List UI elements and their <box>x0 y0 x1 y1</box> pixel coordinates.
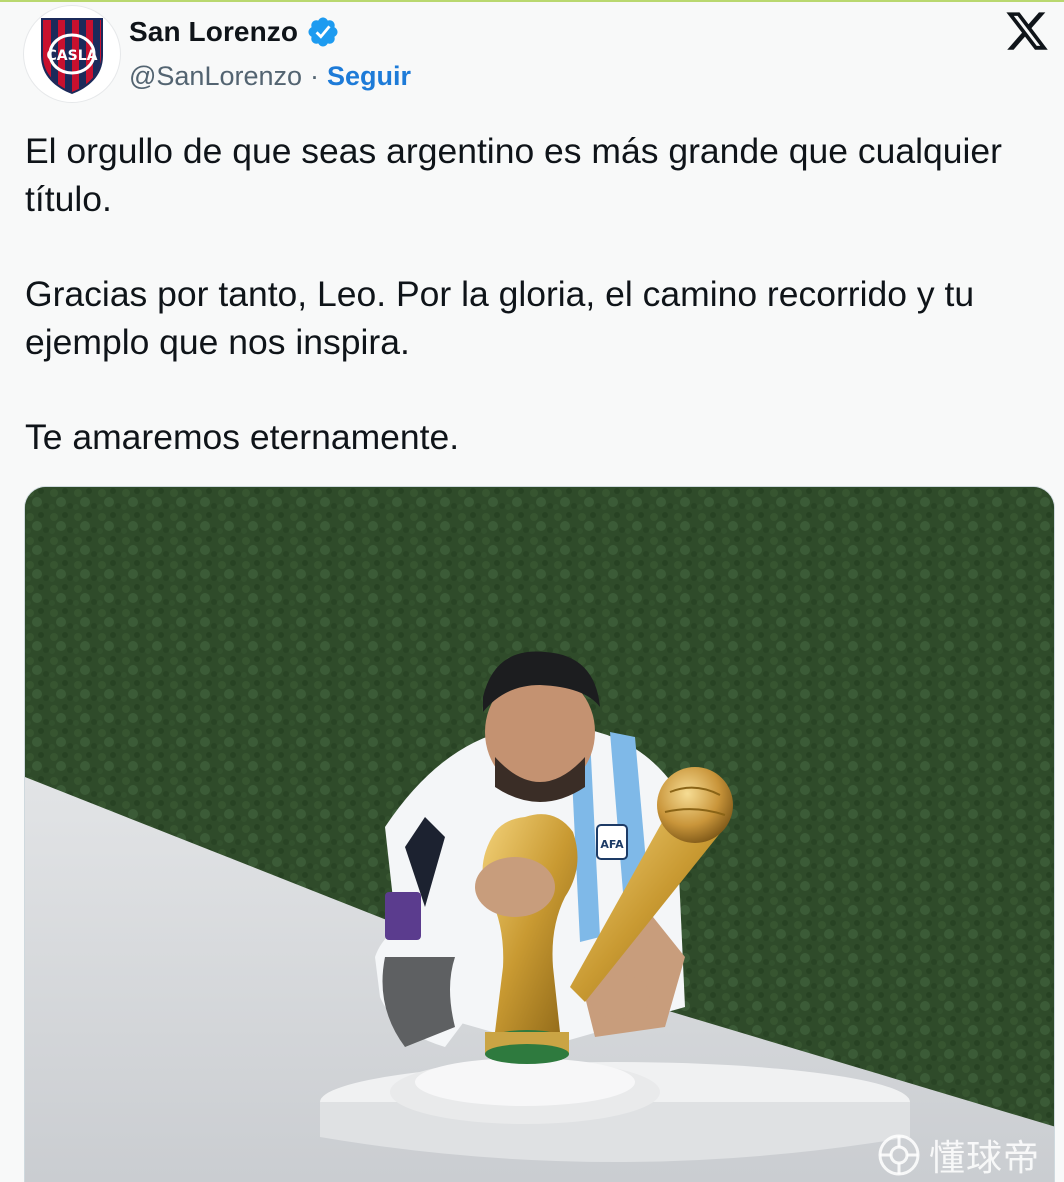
follow-button[interactable]: Seguir <box>327 61 411 92</box>
tweet-text: El orgullo de que seas argentino es más … <box>25 128 1035 462</box>
watermark-logo-icon <box>878 1134 920 1176</box>
tweet-media-photo[interactable]: AFA 懂球帝 <box>24 486 1055 1182</box>
shirt-badge-text: AFA <box>600 838 624 851</box>
photo-illustration: AFA <box>25 487 1054 1182</box>
verified-badge-icon <box>308 17 338 47</box>
handle[interactable]: @SanLorenzo <box>129 61 302 92</box>
tweet-paragraph-2: Gracias por tanto, Leo. Por la gloria, e… <box>25 274 975 362</box>
name-row: San Lorenzo <box>129 14 340 50</box>
tweet-paragraph-3: Te amaremos eternamente. <box>25 417 460 457</box>
display-name[interactable]: San Lorenzo <box>129 16 298 48</box>
x-logo-icon[interactable] <box>1004 8 1050 54</box>
separator: · <box>310 60 320 91</box>
tweet-header: CASLA San Lorenzo @SanLorenzo · Seguir <box>24 6 1050 102</box>
handle-row: @SanLorenzo · Seguir <box>129 58 411 94</box>
tweet-embed: CASLA San Lorenzo @SanLorenzo · Seguir E… <box>0 0 1064 1182</box>
avatar[interactable]: CASLA <box>24 6 120 102</box>
club-crest-icon: CASLA <box>41 18 103 94</box>
photo-watermark: 懂球帝 <box>877 1129 1040 1181</box>
watermark-text: 懂球帝 <box>928 1138 1040 1179</box>
top-accent-bar <box>0 0 1064 2</box>
club-crest-text: CASLA <box>47 48 98 64</box>
tweet-paragraph-1: El orgullo de que seas argentino es más … <box>25 131 1002 219</box>
